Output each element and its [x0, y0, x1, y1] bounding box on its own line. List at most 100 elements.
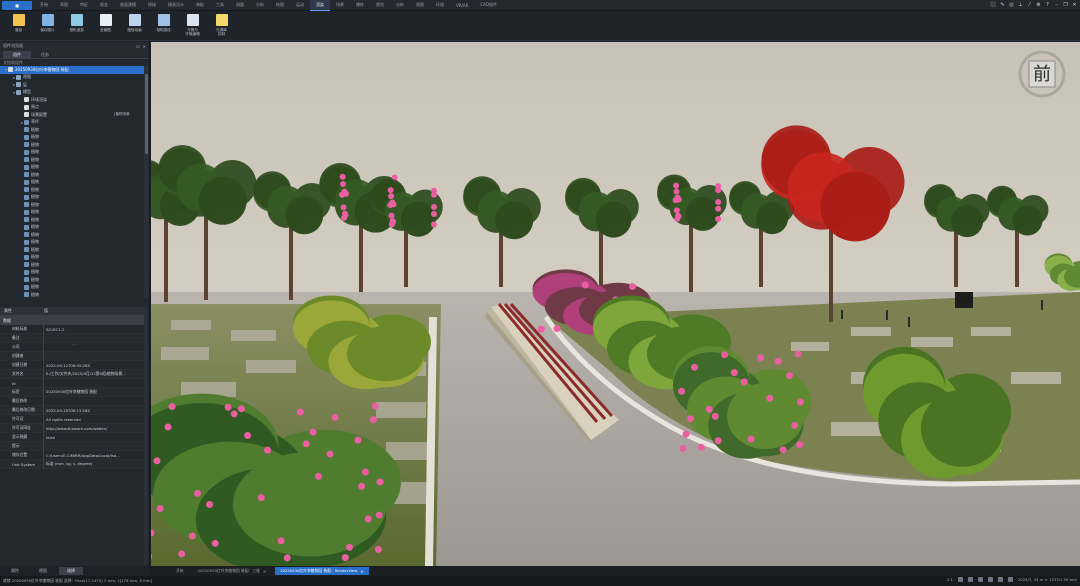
tree-item[interactable]: 植物	[0, 186, 149, 194]
property-value[interactable]: C:/Users/E-CIMIRR/AppData/Local/tsa...	[43, 450, 148, 460]
cursor-icon[interactable]	[1007, 577, 1013, 582]
tree-item[interactable]: 植物	[0, 216, 149, 224]
property-value[interactable]: 20250930红叶李植物园 装配	[43, 387, 148, 397]
bottom-panel-tab[interactable]: 选择	[59, 567, 83, 575]
close-panel-icon[interactable]: ✕	[143, 44, 146, 49]
tree-item[interactable]: 原点	[0, 104, 149, 112]
ribbon-button[interactable]: 路径动画	[120, 11, 149, 39]
property-value[interactable]: false	[43, 432, 148, 442]
tree-item[interactable]: 植物	[0, 201, 149, 209]
tree-item[interactable]: 植物	[0, 291, 149, 298]
ribbon-button[interactable]: 相机路径	[149, 11, 178, 39]
minimize-icon[interactable]: –	[1053, 1, 1060, 9]
pen-icon[interactable]: ✎	[999, 1, 1006, 9]
menu-tab[interactable]: 视觉	[370, 0, 390, 11]
ribbon-button[interactable]: 相机漫游	[62, 11, 91, 39]
ribbon-button[interactable]: 渲染	[4, 11, 33, 39]
tree-item[interactable]: 植物	[0, 179, 149, 187]
tree-item[interactable]: 植物	[0, 156, 149, 164]
bottom-panel-tab[interactable]: 视图	[31, 567, 55, 575]
tree-item[interactable]: ▸ 草坪	[0, 119, 149, 127]
tree-item[interactable]: 植物	[0, 224, 149, 232]
tree-item[interactable]: 植物	[0, 246, 149, 254]
tree-item[interactable]: 植物	[0, 231, 149, 239]
property-value[interactable]: http://www.thsware.com/webim/	[43, 423, 148, 433]
tree-item[interactable]: 场景配置 [植物场景	[0, 111, 149, 119]
property-value[interactable]	[43, 333, 148, 343]
menu-tab[interactable]: 草图	[54, 0, 74, 11]
tree-item[interactable]: ▸ 视图	[0, 74, 149, 82]
menu-tab[interactable]: 钣金	[94, 0, 114, 11]
tree-item[interactable]: 环境渲染	[0, 96, 149, 104]
tree-item[interactable]: 植物	[0, 164, 149, 172]
property-value[interactable]: All rights reserved	[43, 414, 148, 424]
property-value[interactable]: SZ-IEC1.2	[43, 324, 148, 334]
tree-item[interactable]: ▾ 20250930红叶李植物园 装配	[0, 66, 149, 74]
line-icon[interactable]: ⁄	[1026, 1, 1033, 9]
tree-item[interactable]: 植物	[0, 141, 149, 149]
app-logo[interactable]: ■	[2, 0, 32, 10]
menu-tab[interactable]: 环境	[430, 0, 450, 11]
menu-tab[interactable]: 视图	[410, 0, 430, 11]
close-icon[interactable]: ✕	[1071, 1, 1078, 9]
property-value[interactable]	[43, 441, 148, 451]
help-icon[interactable]: ?	[1044, 1, 1051, 9]
menu-tab[interactable]: 开始	[34, 0, 54, 11]
close-tab-icon[interactable]: ✕	[263, 569, 266, 574]
ribbon-button[interactable]: 保存图片	[33, 11, 62, 39]
property-value[interactable]: 2025-09-12T06:05:26Z	[43, 360, 148, 370]
settings-icon[interactable]	[997, 577, 1003, 582]
property-value[interactable]	[43, 342, 148, 352]
tree-item[interactable]: 植物	[0, 276, 149, 284]
menu-tab[interactable]: 测量	[230, 0, 250, 11]
settings-icon[interactable]: ⚙	[1035, 1, 1042, 9]
render-viewport[interactable]: 前	[151, 42, 1080, 566]
tree-item[interactable]: 植物	[0, 134, 149, 142]
measure-icon[interactable]: ⟂	[1017, 1, 1024, 9]
snap-icon[interactable]	[967, 577, 973, 582]
menu-tab[interactable]: 绘图	[270, 0, 290, 11]
menu-tab[interactable]: 装配	[190, 0, 210, 11]
grid-icon[interactable]	[957, 577, 963, 582]
document-tab[interactable]: 开始	[171, 567, 189, 575]
tree-item[interactable]: 植物	[0, 149, 149, 157]
tree-item[interactable]: 植物	[0, 171, 149, 179]
menu-tab[interactable]: 分析	[250, 0, 270, 11]
tree-item[interactable]: 植物	[0, 126, 149, 134]
target-icon[interactable]: ◎	[1008, 1, 1015, 9]
ortho-icon[interactable]	[977, 577, 983, 582]
property-value[interactable]	[43, 351, 148, 361]
property-row[interactable]: Unit System 标准 (mm, kg, s, degree)	[0, 459, 148, 469]
ribbon-button[interactable]: 光源库 控制	[207, 11, 236, 39]
ribbon-button[interactable]: 全景图	[91, 11, 120, 39]
menu-tab[interactable]: 曲面建模	[114, 0, 142, 11]
document-tab[interactable]: 20250930红叶李植物园 装配：RenderView ✕	[275, 567, 369, 575]
property-scrollbar[interactable]	[144, 307, 148, 565]
tree-item[interactable]: 植物	[0, 269, 149, 277]
menu-tab[interactable]: 运动	[290, 0, 310, 11]
scale-readout[interactable]: 1:1	[947, 577, 953, 582]
menu-tab[interactable]: 模具设计	[162, 0, 190, 11]
ribbon-button[interactable]: 光照与 环境编辑	[178, 11, 207, 39]
pin-icon[interactable]: ⊟	[136, 44, 139, 49]
menu-tab[interactable]: 焊接	[142, 0, 162, 11]
property-value[interactable]: 2025-09-29T08:13:18Z	[43, 405, 148, 415]
restore-icon[interactable]: ❐	[1062, 1, 1069, 9]
property-value[interactable]: E:/工作/文件夹/2025/9月/12第9组/植物场景...	[43, 369, 148, 379]
tree-item[interactable]: 植物	[0, 209, 149, 217]
select-icon[interactable]: ⬛	[990, 1, 997, 9]
property-value[interactable]	[43, 378, 148, 388]
panel-tab[interactable]: 组件	[3, 51, 31, 58]
tree-item[interactable]: 植物	[0, 284, 149, 292]
menu-tab[interactable]: 场景	[330, 0, 350, 11]
layer-icon[interactable]	[987, 577, 993, 582]
tree-item[interactable]: 植物	[0, 261, 149, 269]
menu-tab[interactable]: 特征	[74, 0, 94, 11]
menu-tab[interactable]: 渲染	[310, 0, 330, 11]
bottom-panel-tab[interactable]: 属性	[3, 567, 27, 575]
tree-item[interactable]: 植物	[0, 254, 149, 262]
panel-tab[interactable]: 任务	[31, 51, 59, 58]
document-tab[interactable]: 20250930红叶李植物园 装配：三维 ✕	[193, 567, 272, 575]
menu-tab[interactable]: CAD插件	[474, 0, 503, 11]
tree-item[interactable]: ▾ 模型	[0, 89, 149, 97]
